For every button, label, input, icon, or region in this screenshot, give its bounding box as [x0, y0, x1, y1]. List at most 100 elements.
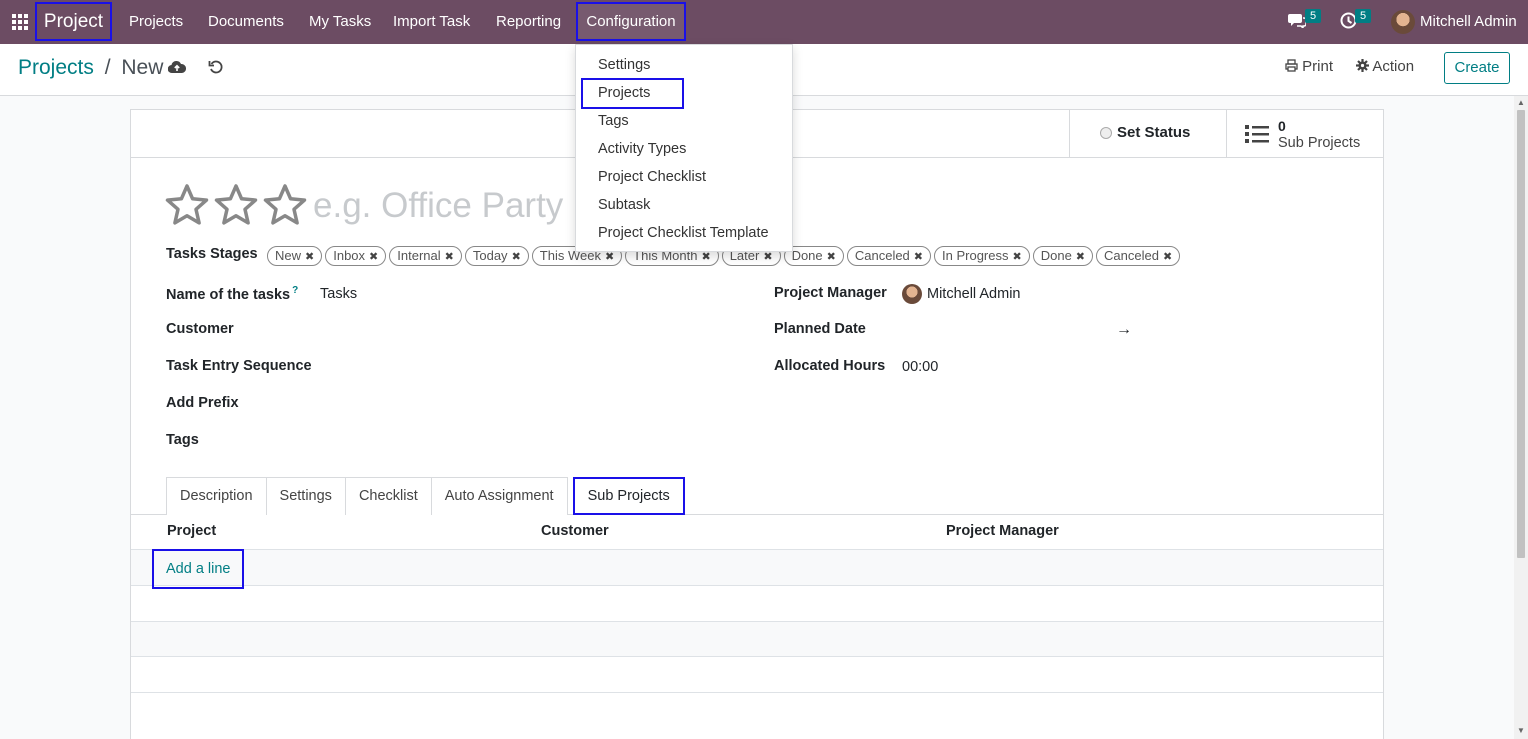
discard-undo-icon[interactable] — [208, 59, 224, 80]
remove-tag-icon[interactable]: ✖ — [445, 251, 454, 263]
table-row-divider — [131, 621, 1383, 622]
action-label: Action — [1372, 58, 1415, 75]
print-label: Print — [1302, 58, 1334, 75]
column-header-customer[interactable]: Customer — [541, 523, 609, 539]
remove-tag-icon[interactable]: ✖ — [512, 251, 521, 263]
menu-item-subtask[interactable]: Subtask — [598, 197, 650, 213]
user-name[interactable]: Mitchell Admin — [1420, 0, 1517, 44]
name-of-tasks-label: Name of the tasks? — [166, 285, 298, 303]
customer-label: Customer — [166, 321, 234, 337]
stage-tag-label: Canceled — [854, 248, 910, 263]
allocated-hours-label: Allocated Hours — [774, 358, 886, 374]
scroll-down-arrow-icon[interactable]: ▼ — [1517, 726, 1525, 735]
planned-date-label: Planned Date — [774, 321, 866, 337]
remove-tag-icon[interactable]: ✖ — [701, 251, 710, 263]
stage-tag[interactable]: Canceled ✖ — [846, 246, 932, 266]
remove-tag-icon[interactable]: ✖ — [1013, 251, 1022, 263]
add-prefix-label: Add Prefix — [166, 395, 239, 411]
remove-tag-icon[interactable]: ✖ — [305, 251, 314, 263]
project-manager-label: Project Manager — [774, 285, 887, 301]
column-header-project-manager[interactable]: Project Manager — [946, 523, 1059, 539]
menu-item-settings[interactable]: Settings — [598, 57, 650, 73]
tab-settings[interactable]: Settings — [265, 477, 346, 515]
gear-icon — [1356, 58, 1372, 75]
nav-item-reporting[interactable]: Reporting — [496, 0, 561, 44]
stage-tag[interactable]: New ✖ — [267, 246, 323, 266]
nav-item-documents[interactable]: Documents — [208, 0, 284, 44]
stage-tag-label: Internal — [397, 248, 441, 263]
allocated-hours-input[interactable]: 00:00 — [902, 359, 938, 375]
set-status-label: Set Status — [1117, 124, 1191, 141]
task-entry-sequence-label: Task Entry Sequence — [166, 358, 312, 374]
nav-item-my-tasks[interactable]: My Tasks — [309, 0, 371, 44]
create-button[interactable]: Create — [1444, 52, 1510, 84]
vertical-scrollbar[interactable]: ▲ ▼ — [1514, 96, 1528, 739]
nav-item-configuration[interactable]: Configuration — [576, 2, 686, 41]
stage-tag-label: In Progress — [942, 248, 1009, 263]
stage-tag-label: Inbox — [333, 248, 366, 263]
stage-tag[interactable]: In Progress ✖ — [934, 246, 1030, 266]
manager-avatar — [902, 284, 922, 304]
breadcrumb-projects-link[interactable]: Projects — [18, 56, 94, 79]
sub-projects-smart-button[interactable]: 0 Sub Projects — [1226, 110, 1383, 158]
menu-item-activity-types[interactable]: Activity Types — [598, 141, 686, 157]
project-manager-input[interactable]: Mitchell Admin — [927, 286, 1020, 302]
menu-item-projects[interactable]: Projects — [598, 85, 650, 101]
stage-tag[interactable]: Inbox ✖ — [325, 246, 387, 266]
stage-tag-label: Today — [472, 248, 508, 263]
notebook-tabs: Description Settings Checklist Auto Assi… — [166, 477, 685, 515]
scrollbar-thumb[interactable] — [1517, 110, 1525, 558]
sub-projects-count: 0 — [1278, 118, 1286, 134]
menu-item-project-checklist-template[interactable]: Project Checklist Template — [598, 225, 769, 241]
remove-tag-icon[interactable]: ✖ — [914, 251, 923, 263]
remove-tag-icon[interactable]: ✖ — [1076, 251, 1085, 263]
nav-item-import-task[interactable]: Import Task — [393, 0, 470, 44]
remove-tag-icon[interactable]: ✖ — [763, 251, 772, 263]
print-icon — [1285, 58, 1302, 75]
remove-tag-icon[interactable]: ✖ — [369, 251, 378, 263]
chat-icon[interactable] — [1288, 12, 1307, 33]
status-radio-icon — [1100, 127, 1112, 139]
activities-count-badge: 5 — [1355, 9, 1372, 23]
table-row-divider — [131, 656, 1383, 657]
stage-tag[interactable]: Today ✖ — [464, 246, 529, 266]
menu-item-project-checklist[interactable]: Project Checklist — [598, 169, 706, 185]
action-button[interactable]: Action — [1356, 58, 1414, 75]
table-row-divider — [131, 692, 1383, 693]
save-cloud-icon[interactable] — [167, 59, 187, 79]
user-avatar[interactable] — [1391, 10, 1415, 34]
list-icon — [1245, 124, 1269, 147]
remove-tag-icon[interactable]: ✖ — [827, 251, 836, 263]
apps-grid-icon[interactable] — [12, 14, 28, 30]
table-row — [131, 550, 1383, 585]
scroll-up-arrow-icon[interactable]: ▲ — [1517, 98, 1525, 107]
set-status-button[interactable]: Set Status — [1069, 110, 1226, 158]
column-header-project[interactable]: Project — [167, 523, 216, 539]
app-brand[interactable]: Project — [35, 2, 112, 41]
top-navbar: Project Projects Documents My Tasks Impo… — [0, 0, 1528, 44]
name-of-tasks-input[interactable]: Tasks — [320, 286, 357, 302]
tab-description[interactable]: Description — [166, 477, 267, 515]
tab-sub-projects[interactable]: Sub Projects — [572, 477, 685, 515]
project-name-input[interactable]: e.g. Office Party — [313, 186, 563, 226]
help-tooltip-icon[interactable]: ? — [292, 285, 298, 296]
menu-item-tags[interactable]: Tags — [598, 113, 629, 129]
remove-tag-icon[interactable]: ✖ — [1163, 251, 1172, 263]
stage-tag[interactable]: Canceled ✖ — [1096, 246, 1181, 266]
add-a-line-link[interactable]: Add a line — [152, 549, 244, 589]
tab-auto-assignment[interactable]: Auto Assignment — [430, 477, 568, 515]
stage-tag-label: Canceled — [1104, 248, 1159, 263]
breadcrumb-current: New — [121, 56, 164, 79]
task-stages-label: Tasks Stages — [166, 246, 258, 262]
print-button[interactable]: Print — [1285, 58, 1333, 75]
stage-tag[interactable]: Internal ✖ — [389, 246, 462, 266]
tab-checklist[interactable]: Checklist — [344, 477, 432, 515]
date-range-arrow-icon: → — [1116, 321, 1132, 338]
priority-stars[interactable] — [165, 183, 311, 238]
stage-tag[interactable]: Done ✖ — [1032, 246, 1094, 266]
configuration-dropdown-menu: Settings Projects Tags Activity Types Pr… — [575, 44, 793, 252]
tags-label: Tags — [166, 432, 199, 448]
nav-item-projects[interactable]: Projects — [129, 0, 183, 44]
remove-tag-icon[interactable]: ✖ — [605, 251, 614, 263]
stage-tag-label: Done — [791, 248, 823, 263]
